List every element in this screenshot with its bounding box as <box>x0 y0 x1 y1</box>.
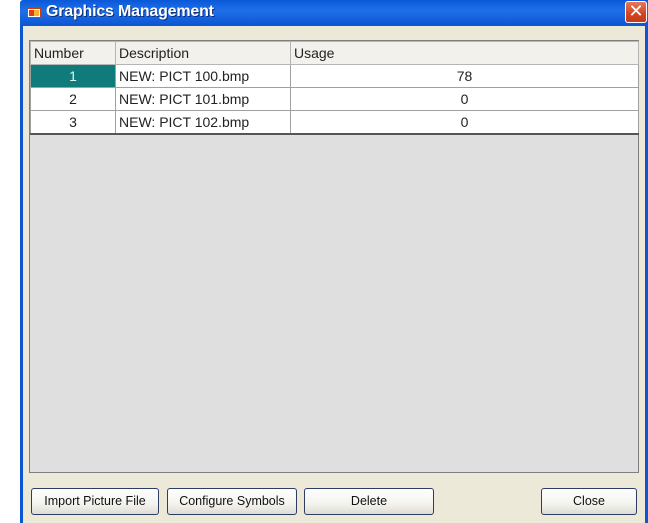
table-row[interactable]: 1 NEW: PICT 100.bmp 78 <box>30 64 639 88</box>
row-number-cell[interactable]: 1 <box>30 64 116 88</box>
configure-symbols-button[interactable]: Configure Symbols <box>167 488 297 515</box>
column-header-number[interactable]: Number <box>30 41 116 65</box>
column-header-usage[interactable]: Usage <box>290 41 639 65</box>
app-logo-icon <box>27 8 41 18</box>
row-description-cell[interactable]: NEW: PICT 102.bmp <box>115 110 291 135</box>
graphics-table: Number Description Usage 1 NEW: PICT 100… <box>30 41 639 135</box>
row-usage-cell[interactable]: 78 <box>290 64 639 88</box>
table-row[interactable]: 2 NEW: PICT 101.bmp 0 <box>30 87 639 111</box>
row-number-cell[interactable]: 2 <box>30 87 116 111</box>
table-header-row: Number Description Usage <box>30 41 639 65</box>
row-usage-cell[interactable]: 0 <box>290 110 639 135</box>
delete-button[interactable]: Delete <box>304 488 434 515</box>
column-header-description[interactable]: Description <box>115 41 291 65</box>
graphics-table-area: Number Description Usage 1 NEW: PICT 100… <box>29 40 639 473</box>
table-row[interactable]: 3 NEW: PICT 102.bmp 0 <box>30 110 639 135</box>
row-number-cell[interactable]: 3 <box>30 110 116 135</box>
close-button[interactable]: Close <box>541 488 637 515</box>
title-bar: Graphics Management ✕ <box>20 0 648 26</box>
row-usage-cell[interactable]: 0 <box>290 87 639 111</box>
import-picture-file-button[interactable]: Import Picture File <box>31 488 159 515</box>
row-description-cell[interactable]: NEW: PICT 101.bmp <box>115 87 291 111</box>
row-description-cell[interactable]: NEW: PICT 100.bmp <box>115 64 291 88</box>
close-window-icon[interactable]: ✕ <box>625 1 647 23</box>
window-title: Graphics Management <box>46 3 214 20</box>
